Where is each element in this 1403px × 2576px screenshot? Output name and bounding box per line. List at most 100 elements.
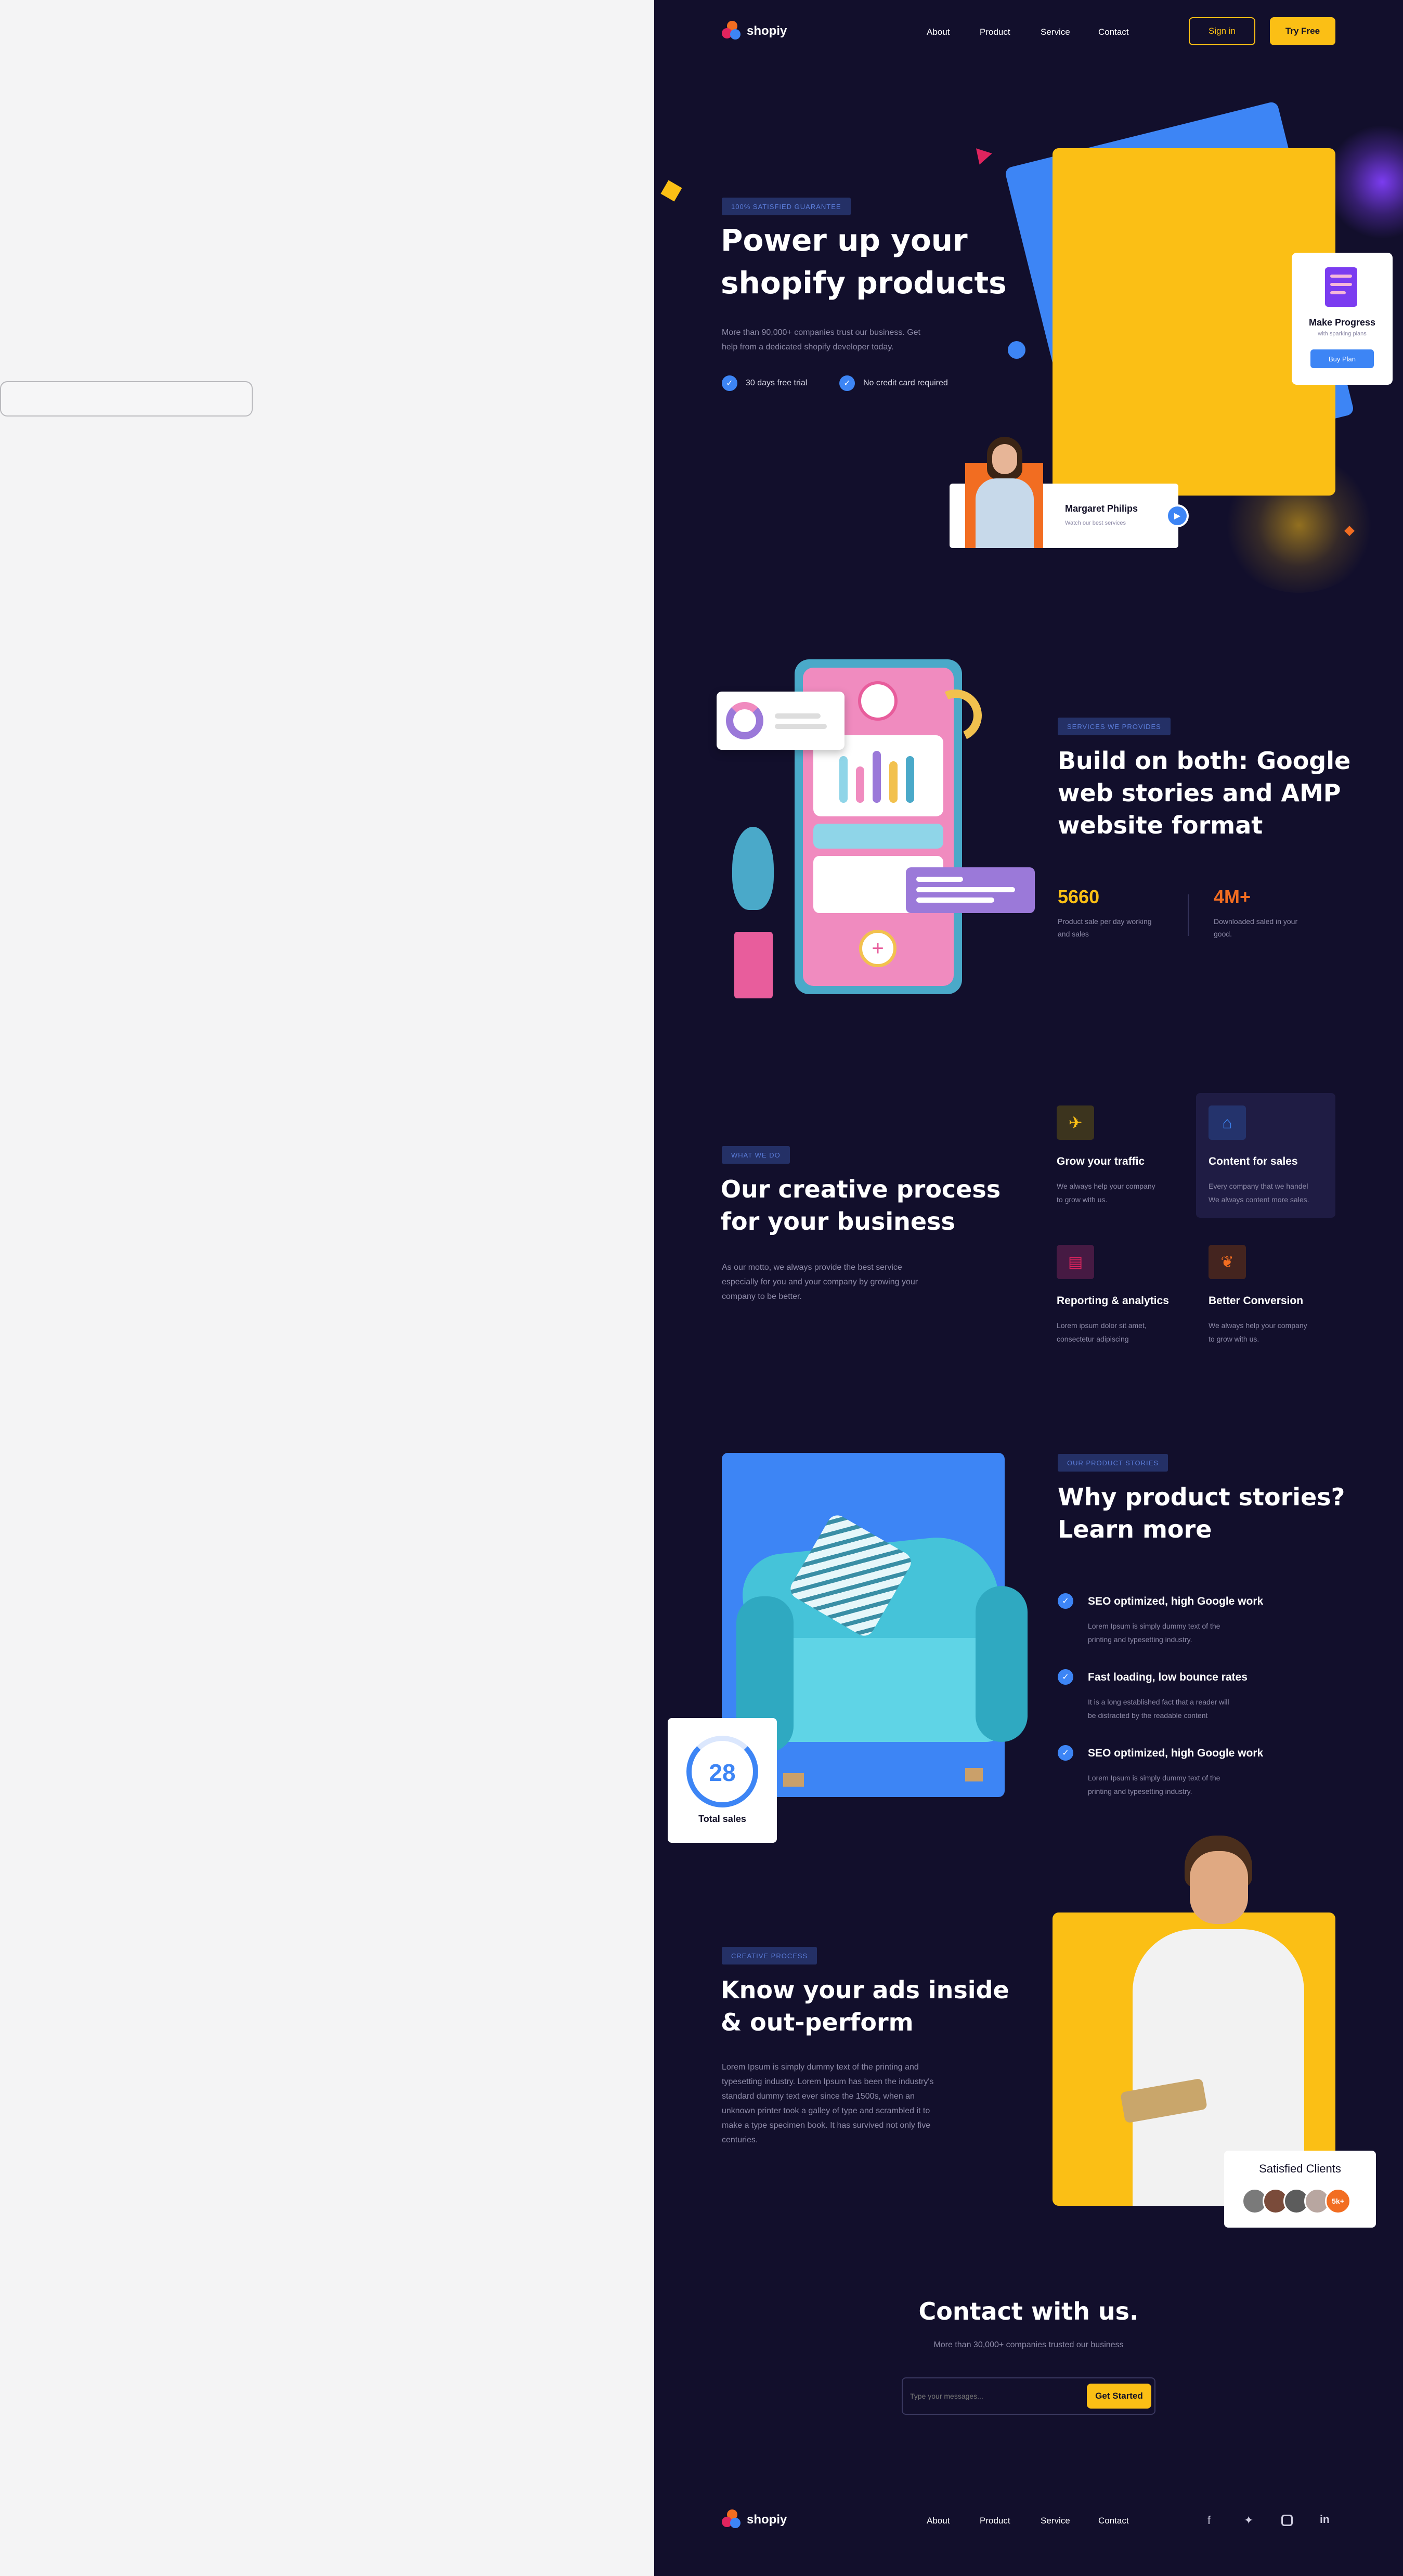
blue-dot-shape (1008, 341, 1025, 359)
stat-label-line2: good. (1214, 930, 1232, 938)
message-form: Get Started (902, 2377, 1155, 2415)
document-icon: ▤ (1057, 1245, 1094, 1279)
ads-text-line: make a type specimen book. It has surviv… (722, 2121, 931, 2130)
service-title: Better Conversion (1209, 1295, 1304, 1307)
process-tag: WHAT WE DO (722, 1146, 790, 1164)
footer-product[interactable]: Product (980, 2516, 1010, 2526)
stat-value: 5660 (1058, 886, 1100, 907)
linkedin-icon[interactable]: in (1320, 2514, 1330, 2526)
stray-text-field[interactable] (0, 381, 253, 417)
clients-title: Satisfied Clients (1259, 2162, 1341, 2175)
ads-text-line: standard dummy text ever since the 1500s… (722, 2092, 915, 2101)
ads-text-line: centuries. (722, 2136, 758, 2144)
perk-free-trial: 30 days free trial (746, 379, 808, 387)
check-icon: ✓ (1058, 1669, 1073, 1685)
testimonial-card: Margaret Philips Watch our best services… (950, 437, 1189, 548)
service-text-line1: Every company that we handel (1209, 1182, 1308, 1190)
footer-service[interactable]: Service (1041, 2516, 1070, 2526)
progress-card-subtitle: with sparking plans (1318, 331, 1367, 337)
yellow-diamond-shape (660, 180, 682, 202)
brand-name[interactable]: shopiy (747, 24, 787, 38)
service-title: Reporting & analytics (1057, 1295, 1169, 1307)
landing-page: shopiy About Product Service Contact Sig… (654, 0, 1403, 2576)
ads-title-line1: Know your ads inside (721, 1976, 1009, 2004)
stories-tag: OUR PRODUCT STORIES (1058, 1454, 1168, 1472)
ads-tag: CREATIVE PROCESS (722, 1947, 817, 1964)
total-sales-label: Total sales (698, 1814, 746, 1824)
sign-in-button[interactable]: Sign in (1189, 17, 1255, 45)
buy-plan-button[interactable]: Buy Plan (1310, 349, 1374, 368)
ads-text-line: Lorem Ipsum is simply dummy text of the … (722, 2063, 919, 2072)
logo-icon[interactable] (722, 21, 743, 42)
check-icon: ✓ (1058, 1745, 1073, 1761)
services-title-line3: website format (1058, 811, 1263, 839)
service-text-line1: We always help your company (1057, 1182, 1155, 1190)
message-input[interactable] (910, 2386, 1076, 2406)
footer-about[interactable]: About (927, 2516, 950, 2526)
stories-title-line2: Learn more (1058, 1515, 1212, 1543)
hero-subtitle-line1: More than 90,000+ companies trust our bu… (722, 328, 920, 337)
service-text-line2: consectetur adipiscing (1057, 1335, 1129, 1343)
ads-text-line: typesetting industry. Lorem Ipsum has be… (722, 2077, 934, 2086)
rocket-icon: ✈ (1057, 1105, 1094, 1140)
total-sales-value: 28 (709, 1759, 736, 1786)
process-text-line1: As our motto, we always provide the best… (722, 1263, 902, 1272)
feature-title: SEO optimized, high Google work (1088, 1747, 1264, 1759)
process-title-line2: for your business (721, 1207, 955, 1235)
testimonial-photo (965, 437, 1043, 548)
footer-contact[interactable]: Contact (1098, 2516, 1129, 2526)
armchair-illustration (736, 1512, 1028, 1794)
services-title-line2: web stories and AMP (1058, 779, 1341, 807)
contact-title: Contact with us. (918, 2297, 1139, 2325)
service-text-line1: Lorem ipsum dolor sit amet, (1057, 1321, 1147, 1330)
check-icon: ✓ (722, 375, 737, 391)
play-video-icon[interactable]: ▶ (1166, 504, 1189, 527)
purple-glow (1325, 125, 1403, 239)
stat-value: 4M+ (1214, 886, 1251, 907)
nav-service[interactable]: Service (1041, 27, 1070, 37)
clients-count-badge: 5k+ (1325, 2188, 1351, 2214)
add-icon: + (859, 930, 897, 967)
feature-text-line1: Lorem Ipsum is simply dummy text of the (1088, 1774, 1220, 1782)
stat-label-line1: Product sale per day working (1058, 917, 1152, 926)
check-icon: ✓ (1058, 1593, 1073, 1609)
twitter-icon[interactable]: ✦ (1244, 2514, 1253, 2527)
nav-product[interactable]: Product (980, 27, 1010, 37)
total-sales-card: 28 Total sales (668, 1718, 777, 1843)
pink-triangle-shape (976, 145, 994, 165)
hero-tag: 100% SATISFIED GUARANTEE (722, 198, 851, 215)
logo-icon[interactable] (722, 2509, 743, 2530)
ads-title-line2: & out-perform (721, 2008, 914, 2036)
process-text-line2: especially for you and your company by g… (722, 1278, 918, 1286)
hero-title-line1: Power up your (721, 223, 968, 258)
nav-about[interactable]: About (927, 27, 950, 37)
tag-icon: ⌂ (1209, 1105, 1246, 1140)
feature-text-line2: be distracted by the readable content (1088, 1711, 1208, 1720)
feature-title: SEO optimized, high Google work (1088, 1595, 1264, 1607)
conversion-icon: ❦ (1209, 1245, 1246, 1279)
feature-text-line2: printing and typesetting industry. (1088, 1635, 1192, 1644)
get-started-button[interactable]: Get Started (1087, 2384, 1151, 2409)
testimonial-subtitle: Watch our best services (1065, 520, 1126, 526)
brand-name[interactable]: shopiy (747, 2513, 787, 2527)
message-card (906, 867, 1035, 913)
stat-label-line1: Downloaded saled in your (1214, 917, 1298, 926)
hero-title-line2: shopify products (721, 265, 1007, 301)
ads-text-line: unknown printer took a galley of type an… (722, 2106, 930, 2115)
instagram-icon[interactable] (1281, 2515, 1293, 2526)
try-free-button[interactable]: Try Free (1270, 17, 1335, 45)
check-icon: ✓ (839, 375, 855, 391)
feature-text-line1: Lorem Ipsum is simply dummy text of the (1088, 1622, 1220, 1630)
stat-divider (1188, 894, 1189, 936)
service-text-line2: to grow with us. (1057, 1195, 1108, 1204)
service-text-line1: We always help your company (1209, 1321, 1307, 1330)
plant-illustration (727, 827, 779, 998)
process-title-line1: Our creative process (721, 1175, 1001, 1203)
satisfied-clients-card: Satisfied Clients 5k+ (1224, 2151, 1376, 2228)
service-text-line2: to grow with us. (1209, 1335, 1259, 1343)
stat-label-line2: and sales (1058, 930, 1089, 938)
nav-contact[interactable]: Contact (1098, 27, 1129, 37)
facebook-icon[interactable]: f (1207, 2514, 1211, 2527)
planner-icon (1325, 267, 1357, 307)
service-title: Content for sales (1209, 1155, 1298, 1167)
